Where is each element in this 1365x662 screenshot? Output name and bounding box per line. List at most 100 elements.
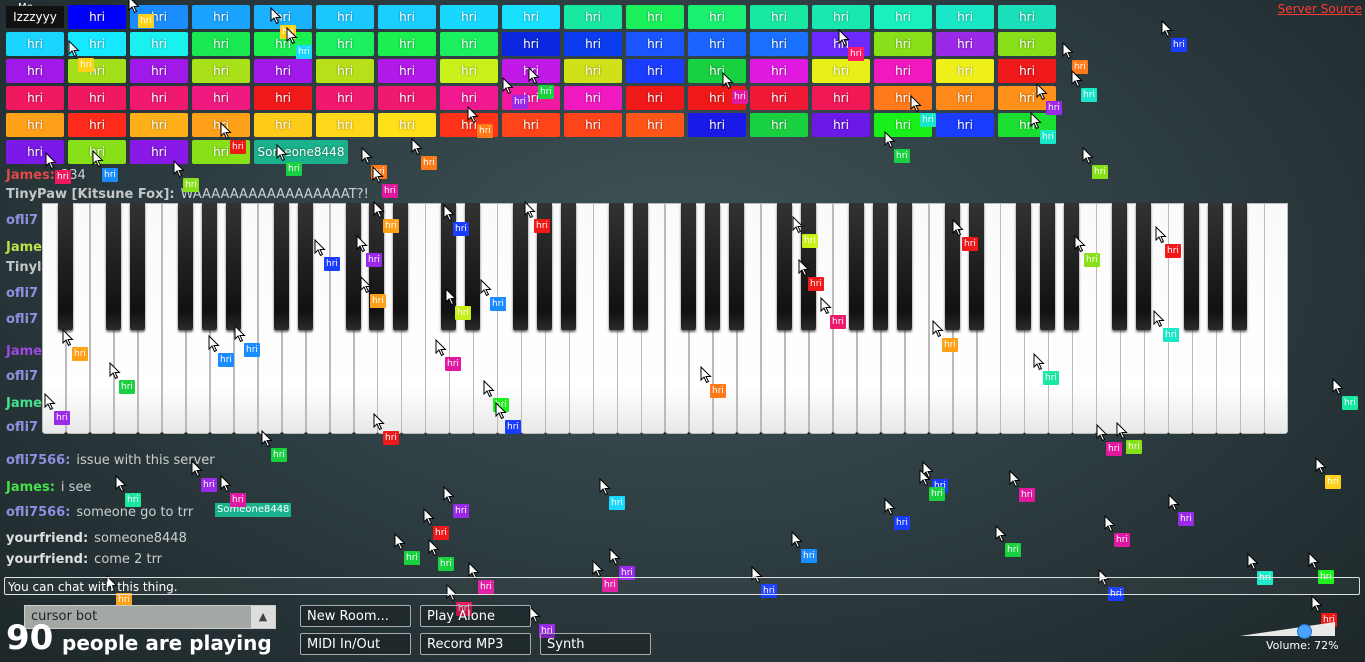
participant-badge[interactable]: hri [378,113,436,137]
participant-badge[interactable]: hri [316,113,374,137]
participant-badge[interactable]: hri [626,86,684,110]
volume-knob[interactable] [1297,624,1312,639]
chat-input[interactable]: You can chat with this thing. [4,577,1360,595]
piano-black-key[interactable] [561,203,577,330]
chat-author[interactable]: ofli7 [6,213,38,228]
participant-badge[interactable]: hri [254,59,312,83]
participant-badge[interactable]: hri [688,5,746,29]
piano-black-key[interactable] [1136,203,1152,330]
piano-black-key[interactable] [57,203,73,330]
participant-badge[interactable]: hri [626,59,684,83]
participant-badge[interactable]: hri [874,86,932,110]
participant-badge[interactable]: hri [254,86,312,110]
participant-badge[interactable]: hri [936,59,994,83]
piano-black-key[interactable] [273,203,289,330]
participant-badge[interactable]: hri [68,5,126,29]
participant-badge[interactable]: hri [440,59,498,83]
participant-badge[interactable]: hri [254,113,312,137]
midi-button[interactable]: MIDI In/Out [300,633,411,655]
participant-badge[interactable]: hri [378,86,436,110]
participant-badge[interactable]: hri [564,32,622,56]
participant-badge[interactable]: hri [6,59,64,83]
participant-badge[interactable]: hri [750,59,808,83]
piano-black-key[interactable] [1040,203,1056,330]
participant-badge[interactable]: hri [998,32,1056,56]
participant-badge[interactable]: hri [502,32,560,56]
participant-badge[interactable]: hri [564,59,622,83]
piano-black-key[interactable] [633,203,649,330]
participant-badge[interactable]: hri [936,86,994,110]
my-name-badge[interactable]: Izzzyyy [6,6,64,28]
piano-black-key[interactable] [1184,203,1200,330]
piano-black-key[interactable] [177,203,193,330]
participant-badge[interactable]: hri [688,59,746,83]
participant-badge[interactable]: hri [192,32,250,56]
participant-badge[interactable]: hri [936,5,994,29]
participant-badge[interactable]: hri [378,59,436,83]
room-select[interactable]: cursor bot ▲ [24,605,276,629]
piano-white-key[interactable] [1264,203,1289,434]
participant-badge[interactable]: hri [130,32,188,56]
participant-badge[interactable]: hri [68,59,126,83]
piano-black-key[interactable] [297,203,313,330]
piano-black-key[interactable] [968,203,984,330]
piano-black-key[interactable] [896,203,912,330]
chat-author[interactable]: ofli7 [6,286,38,301]
participant-badge[interactable]: hri [812,86,870,110]
participant-badge[interactable]: hri [316,32,374,56]
piano-black-key[interactable] [105,203,121,330]
participant-badge[interactable]: hri [316,59,374,83]
participant-badge[interactable]: hri [874,5,932,29]
chat-author[interactable]: ofli7 [6,312,38,327]
server-source-link[interactable]: Server Source [1278,2,1362,16]
volume-slider[interactable] [1240,622,1335,636]
chat-author[interactable]: yourfriend: [6,531,88,546]
participant-badge[interactable]: hri [316,86,374,110]
participant-badge[interactable]: hri [6,32,64,56]
participant-badge[interactable]: hri [688,32,746,56]
chat-author[interactable]: ofli7566: [6,453,70,468]
participant-badge[interactable]: hri [192,5,250,29]
piano-black-key[interactable] [201,203,217,330]
piano-black-key[interactable] [872,203,888,330]
room-arrow-icon[interactable]: ▲ [251,606,275,628]
participant-badge[interactable]: hri [812,5,870,29]
participant-badge[interactable]: hri [316,5,374,29]
participant-badge[interactable]: hri [502,113,560,137]
participant-badge[interactable]: hri [130,86,188,110]
participant-badge[interactable]: hri [564,5,622,29]
piano-black-key[interactable] [1016,203,1032,330]
chat-author[interactable]: ofli7 [6,369,38,384]
chat-author[interactable]: ofli7 [6,420,38,435]
participant-badge[interactable]: hri [750,113,808,137]
participant-badge[interactable]: hri [130,59,188,83]
piano-keyboard[interactable] [42,203,1289,434]
chat-author[interactable]: James: [6,480,55,495]
participant-badge[interactable]: hri [192,59,250,83]
participant-badge[interactable]: hri [6,113,64,137]
participant-badge[interactable]: hri [750,5,808,29]
participant-badge[interactable]: hri [564,86,622,110]
piano-black-key[interactable] [345,203,361,330]
participant-badge[interactable]: hri [378,32,436,56]
new-room-button[interactable]: New Room... [300,605,411,627]
participant-badge[interactable]: hri [6,86,64,110]
participant-badge[interactable]: hri [998,59,1056,83]
participant-badge[interactable]: hri [378,5,436,29]
piano-black-key[interactable] [1232,203,1248,330]
participant-badge[interactable]: hri [626,113,684,137]
participant-badge[interactable]: hri [502,5,560,29]
play-alone-button[interactable]: Play Alone [420,605,531,627]
participant-badge[interactable]: hri [68,113,126,137]
record-mp3-button[interactable]: Record MP3 [420,633,531,655]
participant-badge[interactable]: hri [874,32,932,56]
participant-badge[interactable]: hri [750,86,808,110]
participant-badge[interactable]: hri [936,113,994,137]
participant-badge[interactable]: hri [130,113,188,137]
participant-badge[interactable]: hri [440,32,498,56]
chat-author[interactable]: ofli7566: [6,505,70,520]
synth-button[interactable]: Synth [540,633,651,655]
piano-black-key[interactable] [225,203,241,330]
chat-author[interactable]: Jame [6,396,42,411]
chat-author[interactable]: Tinyl [6,260,42,275]
